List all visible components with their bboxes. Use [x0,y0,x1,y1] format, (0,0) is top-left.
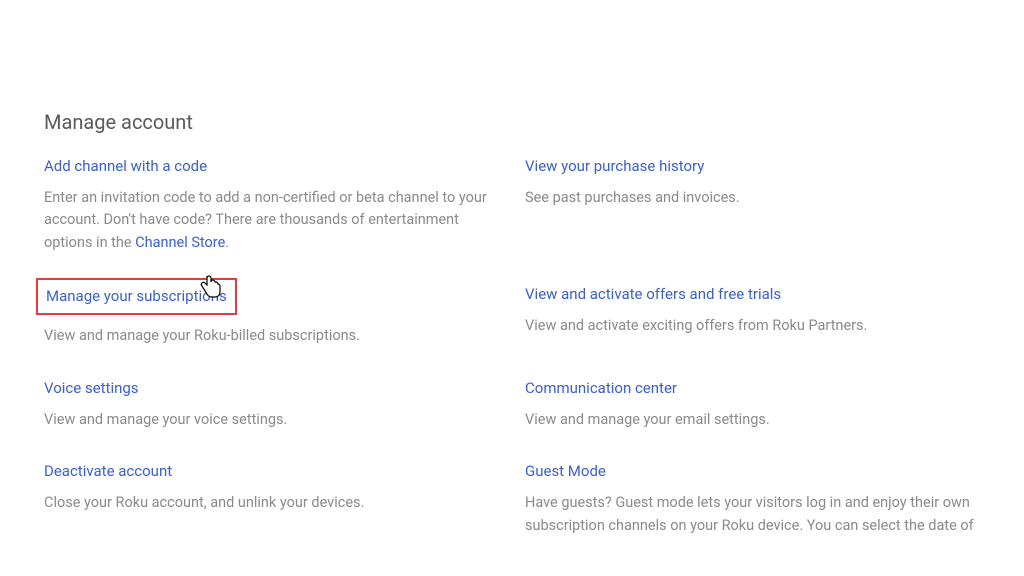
options-grid: Add channel with a code Enter an invitat… [44,156,980,537]
page-title: Manage account [44,110,980,134]
desc-text-post: . [225,234,229,251]
link-channel-store[interactable]: Channel Store [135,234,225,251]
link-purchase-history[interactable]: View your purchase history [525,157,704,175]
link-guest-mode[interactable]: Guest Mode [525,462,606,480]
option-communication-center: Communication center View and manage you… [525,378,980,431]
option-deactivate-account: Deactivate account Close your Roku accou… [44,461,499,537]
link-voice-settings[interactable]: Voice settings [44,379,139,397]
option-guest-mode: Guest Mode Have guests? Guest mode lets … [525,461,980,537]
desc-manage-subscriptions: View and manage your Roku-billed subscri… [44,325,499,347]
link-manage-subscriptions[interactable]: Manage your subscriptions [46,287,227,305]
desc-offers: View and activate exciting offers from R… [525,315,980,337]
desc-deactivate-account: Close your Roku account, and unlink your… [44,492,499,514]
highlight-box: Manage your subscriptions [36,278,237,315]
desc-purchase-history: See past purchases and invoices. [525,187,980,209]
link-offers[interactable]: View and activate offers and free trials [525,285,781,303]
desc-add-channel: Enter an invitation code to add a non-ce… [44,187,499,254]
link-deactivate-account[interactable]: Deactivate account [44,462,172,480]
desc-voice-settings: View and manage your voice settings. [44,409,499,431]
desc-text: Enter an invitation code to add a non-ce… [44,189,487,251]
desc-communication-center: View and manage your email settings. [525,409,980,431]
option-voice-settings: Voice settings View and manage your voic… [44,378,499,431]
option-manage-subscriptions: Manage your subscriptions View and manag… [44,284,499,347]
link-communication-center[interactable]: Communication center [525,379,677,397]
option-add-channel: Add channel with a code Enter an invitat… [44,156,499,254]
option-offers: View and activate offers and free trials… [525,284,980,347]
manage-account-panel: Manage account Add channel with a code E… [0,0,1024,537]
desc-guest-mode: Have guests? Guest mode lets your visito… [525,492,980,537]
link-add-channel[interactable]: Add channel with a code [44,157,207,175]
option-purchase-history: View your purchase history See past purc… [525,156,980,254]
